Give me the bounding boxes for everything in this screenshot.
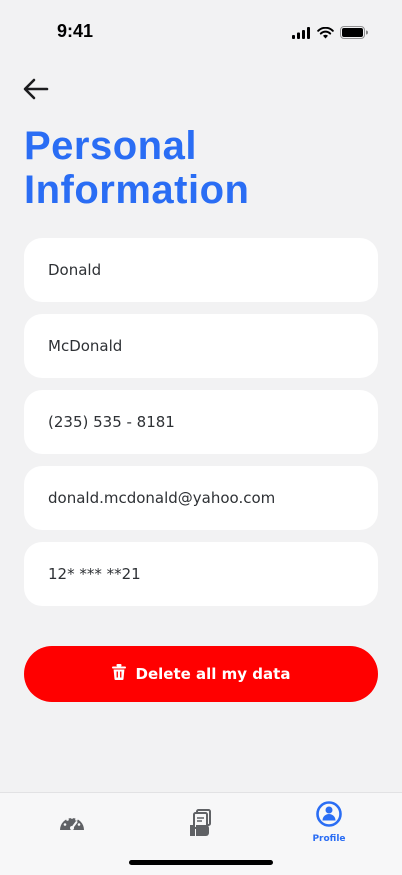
back-arrow-icon <box>23 78 49 104</box>
documents-hand-icon <box>188 809 214 841</box>
trash-icon <box>111 664 126 684</box>
page-title: Personal Information <box>24 124 250 212</box>
first-name-field[interactable] <box>24 238 378 302</box>
last-name-field[interactable] <box>24 314 378 378</box>
phone-field[interactable] <box>24 390 378 454</box>
home-indicator <box>129 860 273 865</box>
tab-profile[interactable]: Profile <box>299 801 359 851</box>
delete-all-data-button[interactable]: Delete all my data <box>24 646 378 702</box>
status-icons <box>292 24 368 43</box>
profile-icon <box>316 801 342 831</box>
tab-dashboard[interactable] <box>42 801 102 851</box>
cellular-signal-icon <box>292 24 311 43</box>
id-number-field[interactable] <box>24 542 378 606</box>
email-field[interactable] <box>24 466 378 530</box>
tab-profile-label: Profile <box>312 834 346 844</box>
wifi-icon <box>317 24 334 43</box>
back-button[interactable] <box>20 76 52 106</box>
tab-documents[interactable] <box>171 801 231 851</box>
delete-button-label: Delete all my data <box>135 665 291 683</box>
status-bar: 9:41 <box>0 0 402 62</box>
speedometer-icon <box>59 813 85 835</box>
battery-icon <box>340 24 368 43</box>
status-time: 9:41 <box>57 21 94 41</box>
personal-info-form <box>24 238 378 618</box>
